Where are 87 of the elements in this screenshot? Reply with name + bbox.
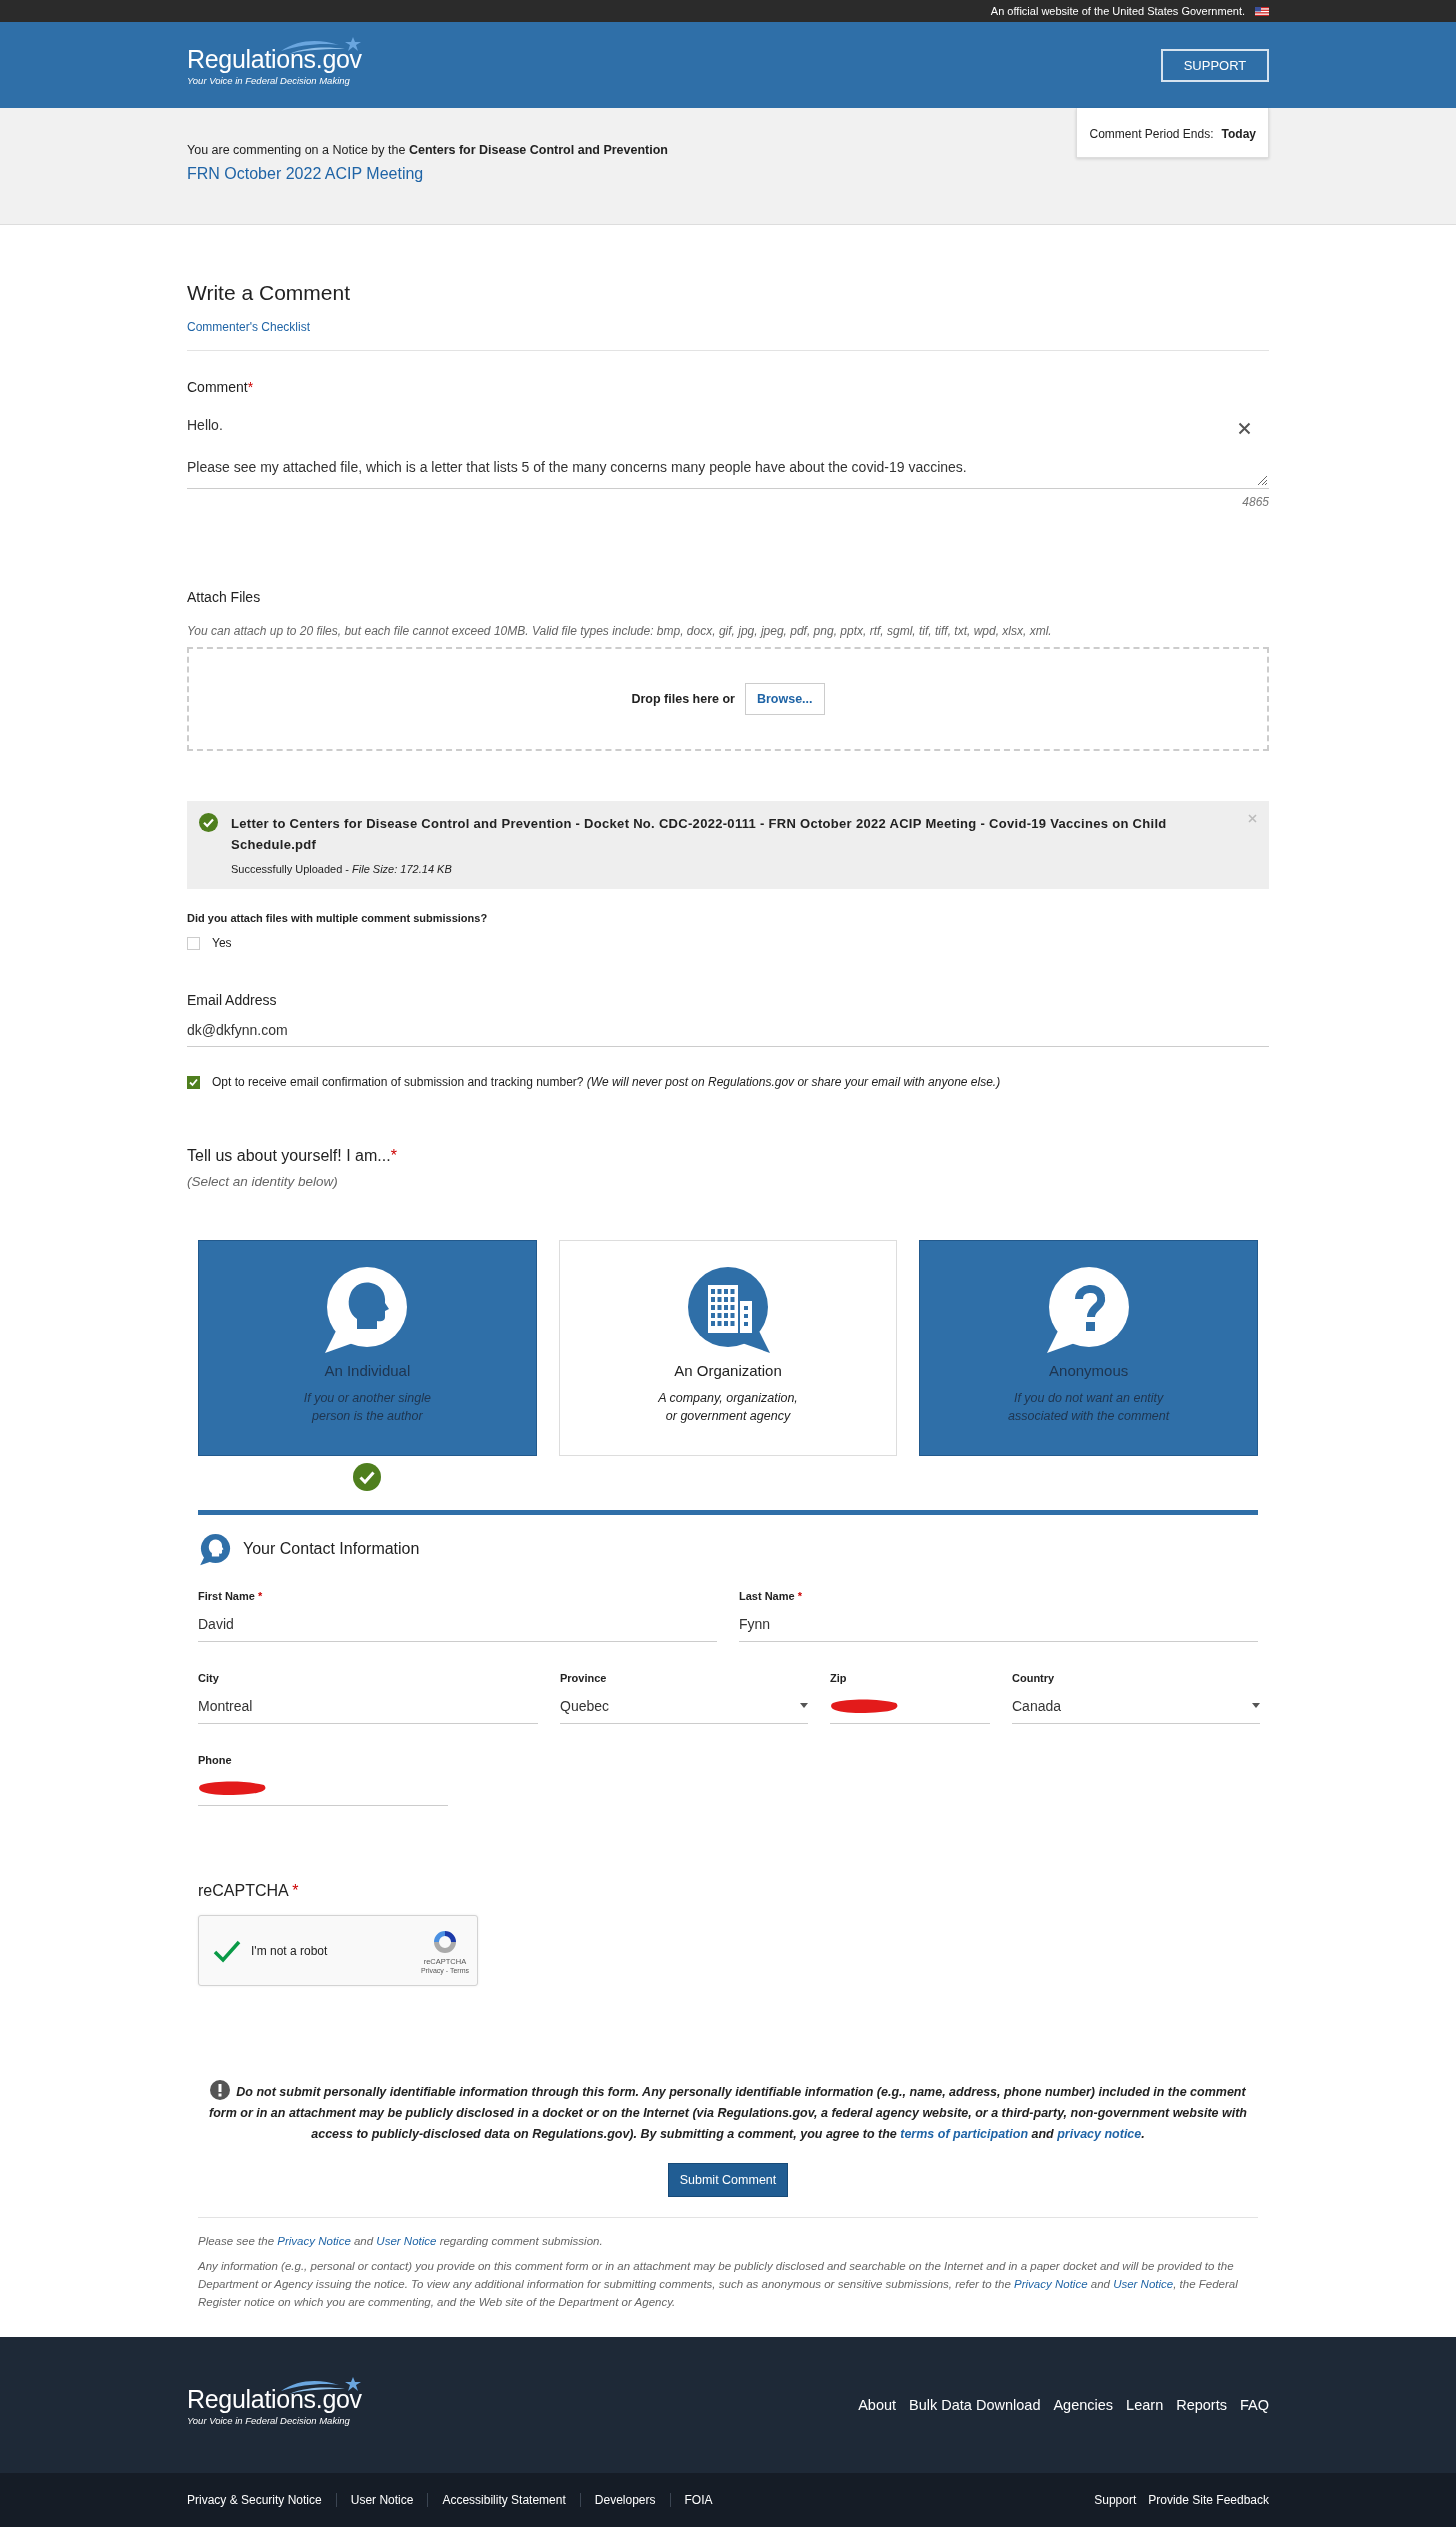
check-circle-icon <box>199 813 218 832</box>
input-field[interactable]: David <box>198 1612 717 1642</box>
required-mark: * <box>247 379 254 395</box>
field-label: Email Address <box>187 992 278 1008</box>
caret-icon <box>800 1703 808 1708</box>
footer-link[interactable]: Bulk Data Download <box>909 2397 1041 2413</box>
field-label: City <box>198 1672 219 1684</box>
question-text: Did you attach files with multiple comment submissions? <box>187 912 489 924</box>
email-input[interactable]: dk@dkfynn.com <box>187 1022 1269 1047</box>
caret-icon <box>1252 1703 1260 1708</box>
close-icon <box>1238 422 1251 435</box>
text-link[interactable]: Privacy Notice <box>1014 2278 1088 2290</box>
upload-status: Successfully Uploaded - File Size: 172.14 KB <box>231 863 453 875</box>
notice-intro: You are commenting on a Notice by the Centers for Disease Control and Prevention <box>187 143 668 157</box>
file-name: Letter to Centers for Disease Control and Prevention - Docket No. CDC-2022-0111 - FRN October 2022 ACIP Meeting - Covid-19 Vaccines on Child Schedule.pdf <box>231 815 1168 854</box>
section-heading: Your Contact Information <box>243 1539 420 1558</box>
footer-link[interactable]: About <box>858 2397 897 2413</box>
footer-link[interactable]: FOIA <box>669 2493 727 2507</box>
required-mark: * <box>797 1590 802 1602</box>
identity-hint: (Select an identity below) <box>187 1174 339 1189</box>
select-field[interactable]: Canada <box>1012 1694 1260 1724</box>
checkbox-label: Opt to receive email confirmation of submission and tracking number? (We will never post on Regulations.gov or share your email with anyone else.) <box>212 1075 1001 1089</box>
text-link[interactable]: Privacy Notice <box>277 2235 351 2247</box>
checklist-link[interactable]: Commenter's Checklist <box>187 320 310 334</box>
tagline: Your Voice in Federal Decision Making <box>187 74 351 86</box>
footer-link[interactable]: Privacy & Security Notice <box>187 2493 336 2507</box>
drop-zone[interactable]: Drop files here or Browse... <box>187 647 1269 751</box>
notice-text: Any information (e.g., personal or contact) you provide on this comment form or in an attachment may be publicly disclosed and searchable on the Internet and in a paper docket and will be provided to the Department or Agency issuing the notice. To view any additional information for submitting comments, such as anonymous or sensitive submissions, refer to the Privacy Notice and User Notice, the Federal Register notice on which you are commenting, and the Web site of the Department or Agency. <box>198 2259 1239 2310</box>
field-label: Zip <box>830 1672 847 1684</box>
field-label: Phone <box>198 1754 232 1766</box>
disclaimer-text: Do not submit personally identifiable information through this form. Any personally identifiable information (e.g., name, address, phone number) included in the comment form or in an attachment may be publicly disclosed in a docket or on the Internet (via Regulations.gov, a federal agency website, or a third-party, non-government website with access to publicly-disclosed data on Regulations.gov). By submitting a comment, you agree to the terms of participation and privacy notice. <box>198 2080 1258 2145</box>
field-label: First Name <box>198 1590 255 1602</box>
footer-link[interactable]: Reports <box>1176 2397 1227 2413</box>
identity-card[interactable]: An Organization A company, organization, or government agency <box>558 1240 898 1456</box>
person-bubble-icon <box>198 1531 233 1566</box>
period-label: Comment Period Ends: <box>1089 127 1214 141</box>
select-field[interactable]: Quebec <box>560 1694 808 1724</box>
character-count: 4865 <box>1241 495 1269 509</box>
support-button[interactable]: SUPPORT <box>1161 48 1269 82</box>
text-link[interactable]: User Notice <box>376 2235 437 2247</box>
comment-textarea[interactable]: Hello. Please see my attached file, which is a letter that lists 5 of the many concerns many people have about the covid-19 vaccines. <box>187 415 1269 489</box>
tagline: Your Voice in Federal Decision Making <box>187 2414 351 2426</box>
checkbox[interactable] <box>187 1075 200 1089</box>
banner-text: An official website of the United States Government. <box>990 5 1245 17</box>
card-title: An Organization <box>674 1362 782 1379</box>
input-field[interactable]: Montreal <box>198 1694 538 1724</box>
card-description: If you or another single person is the author <box>303 1390 431 1425</box>
field-label: Comment <box>187 379 248 395</box>
footer-link[interactable]: User Notice <box>335 2493 428 2507</box>
card-title: Anonymous <box>1049 1362 1129 1379</box>
notice-title-link[interactable]: FRN October 2022 ACIP Meeting <box>187 165 668 183</box>
required-mark: * <box>292 1882 299 1899</box>
footer-link[interactable]: Agencies <box>1053 2397 1114 2413</box>
remove-icon <box>1248 814 1257 823</box>
notice-text: Please see the Privacy Notice and User Notice regarding comment submission. <box>198 2234 604 2249</box>
section-heading: Tell us about yourself! I am... <box>187 1147 391 1164</box>
resize-handle-icon <box>1257 475 1268 486</box>
footer-link[interactable]: Support <box>1094 2493 1137 2507</box>
page-heading: Write a Comment <box>187 281 351 305</box>
captcha-label: I'm not a robot <box>251 1943 328 1958</box>
flag-icon <box>1255 6 1269 16</box>
footer-link[interactable]: FAQ <box>1240 2397 1269 2413</box>
card-description: A company, organization, or government agency <box>658 1390 798 1425</box>
section-label: Attach Files <box>187 589 262 605</box>
exclamation-icon <box>210 2080 231 2100</box>
input-field[interactable]: Fynn <box>739 1612 1258 1642</box>
period-value: Today <box>1221 127 1256 141</box>
required-mark: * <box>257 1590 263 1602</box>
section-label: reCAPTCHA <box>198 1882 288 1899</box>
footer-link[interactable]: Provide Site Feedback <box>1148 2493 1269 2507</box>
submit-button[interactable]: Submit Comment <box>667 2163 789 2197</box>
checkbox-label: Yes <box>212 936 232 950</box>
card-description: If you do not want an entity associated with the comment <box>1008 1390 1170 1425</box>
attach-hint: You can attach up to 20 files, but each file cannot exceed 10MB. Valid file types include: bmp, docx, gif, jpg, jpeg, pdf, png, pptx, rtf, sgml, tif, tiff, txt, wpd, xlsx, xml. <box>187 624 1053 638</box>
logo-text[interactable]: Regulations.gov <box>187 2384 362 2413</box>
field-label: Province <box>560 1672 607 1684</box>
card-title: An Individual <box>324 1362 411 1379</box>
required-mark: * <box>390 1147 397 1164</box>
footer-link[interactable]: Accessibility Statement <box>427 2493 580 2507</box>
field-label: Last Name <box>739 1590 795 1602</box>
text-link[interactable]: terms of participation <box>900 2127 1029 2141</box>
field-label: Country <box>1012 1672 1055 1684</box>
drop-text: Drop files here or <box>631 692 735 706</box>
logo-text[interactable]: Regulations.gov <box>187 44 362 73</box>
footer-link[interactable]: Learn <box>1126 2397 1164 2413</box>
footer-link[interactable]: Developers <box>579 2493 670 2507</box>
browse-button[interactable]: Browse... <box>744 683 825 715</box>
